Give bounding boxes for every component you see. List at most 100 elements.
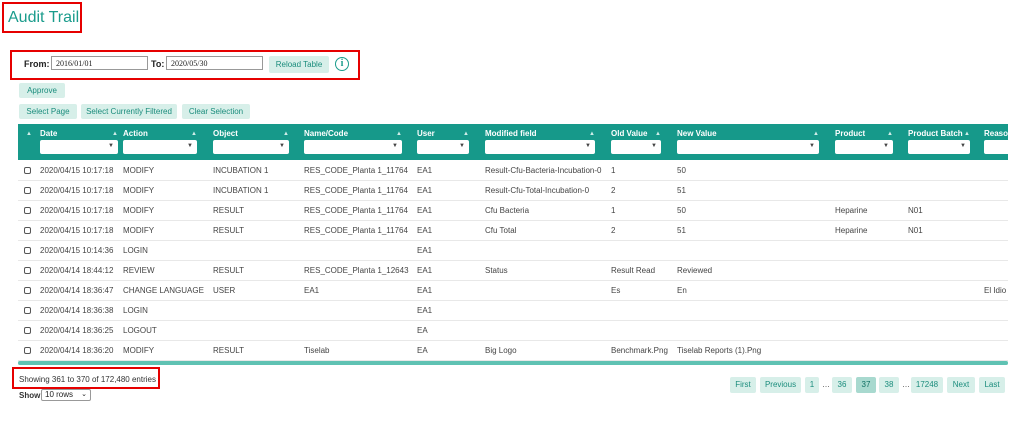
filter-select-reason[interactable]: ▼ [984,140,1008,154]
caret-down-icon: ▼ [392,143,398,149]
cell-date: 2020/04/15 10:17:18 [40,206,114,215]
sort-icon[interactable]: ▲ [191,131,197,137]
filter-select-new-value[interactable]: ▼ [677,140,819,154]
column-header-user[interactable]: User [417,129,435,138]
row-checkbox[interactable] [24,347,31,354]
column-header-action[interactable]: Action [123,129,148,138]
column-header-new-value[interactable]: New Value [677,129,717,138]
sort-icon[interactable]: ▲ [589,131,595,137]
horizontal-scrollbar[interactable] [18,361,1008,365]
page-button-37-current[interactable]: 37 [856,377,876,393]
pagination-ellipsis: … [822,380,830,389]
cell-action: LOGOUT [123,326,157,335]
cell-modified-field: Big Logo [485,346,517,355]
rows-per-page-value: 10 rows [45,390,74,399]
sort-icon[interactable]: ▲ [463,131,469,137]
table-header: ▲ Date ▲ ▼ Action ▲ ▼ Object ▲ ▼ Name/Code ▲ ▼ User ▲… [18,124,1008,160]
column-header-modified-field[interactable]: Modified field [485,129,537,138]
to-date-input[interactable]: 2020/05/30 [166,56,263,70]
cell-date: 2020/04/15 10:17:18 [40,226,114,235]
cell-date: 2020/04/15 10:17:18 [40,186,114,195]
table-row[interactable]: 2020/04/15 10:17:18 MODIFY RESULT RES_CODE_… [18,201,1008,221]
previous-page-button[interactable]: Previous [760,377,801,393]
column-header-name-code[interactable]: Name/Code [304,129,348,138]
cell-new-value: En [677,286,687,295]
sort-icon[interactable]: ▲ [887,131,893,137]
filter-select-action[interactable]: ▼ [123,140,197,154]
column-header-product-batch[interactable]: Product Batch [908,129,963,138]
row-checkbox[interactable] [24,187,31,194]
row-checkbox[interactable] [24,167,31,174]
table-row[interactable]: 2020/04/15 10:17:18 MODIFY INCUBATION 1 RES… [18,161,1008,181]
caret-down-icon: ▼ [585,143,591,149]
table-row[interactable]: 2020/04/14 18:36:38 LOGIN EA1 [18,301,1008,321]
cell-user: EA [417,346,428,355]
last-page-button[interactable]: Last [979,377,1005,393]
reload-table-button[interactable]: Reload Table [269,56,329,73]
row-checkbox[interactable] [24,207,31,214]
page-button-38[interactable]: 38 [879,377,899,393]
info-circle-icon[interactable]: i [335,57,349,71]
column-header-object[interactable]: Object [213,129,238,138]
filter-select-product[interactable]: ▼ [835,140,893,154]
filter-select-object[interactable]: ▼ [213,140,289,154]
table-row[interactable]: 2020/04/15 10:17:18 MODIFY RESULT RES_CODE_… [18,221,1008,241]
cell-user: EA1 [417,306,433,315]
cell-modified-field: Status [485,266,508,275]
cell-name-code: RES_CODE_Planta 1_11764 [304,186,408,195]
cell-old-value: Es [611,286,621,295]
row-checkbox[interactable] [24,247,31,254]
sort-icon[interactable]: ▲ [396,131,402,137]
sort-icon[interactable]: ▲ [655,131,661,137]
cell-name-code: RES_CODE_Planta 1_11764 [304,226,408,235]
first-page-button[interactable]: First [730,377,756,393]
page-button-1[interactable]: 1 [805,377,819,393]
table-row[interactable]: 2020/04/15 10:17:18 MODIFY INCUBATION 1 RES… [18,181,1008,201]
cell-action: MODIFY [123,226,155,235]
sort-icon[interactable]: ▲ [964,131,970,137]
column-header-old-value[interactable]: Old Value [611,129,647,138]
select-filtered-button[interactable]: Select Currently Filtered [81,104,177,119]
column-header-reason[interactable]: Reaso [984,129,1008,138]
approve-button[interactable]: Approve [19,83,65,98]
table-row[interactable]: 2020/04/15 10:14:36 LOGIN EA1 [18,241,1008,261]
table-row[interactable]: 2020/04/14 18:36:47 CHANGE LANGUAGE USER EA… [18,281,1008,301]
column-header-date[interactable]: Date [40,129,57,138]
filter-select-date[interactable]: ▼ [40,140,118,154]
table-row[interactable]: 2020/04/14 18:36:20 MODIFY RESULT Tiselab EA… [18,341,1008,361]
cell-old-value: 1 [611,206,616,215]
filter-select-user[interactable]: ▼ [417,140,469,154]
next-page-button[interactable]: Next [947,377,975,393]
row-checkbox[interactable] [24,227,31,234]
page-button-36[interactable]: 36 [832,377,852,393]
table-row[interactable]: 2020/04/14 18:36:25 LOGOUT EA [18,321,1008,341]
caret-down-icon: ▼ [108,143,114,149]
sort-icon[interactable]: ▲ [26,131,32,137]
sort-icon[interactable]: ▲ [813,131,819,137]
cell-object: INCUBATION 1 [213,186,269,195]
table-row[interactable]: 2020/04/14 18:44:12 REVIEW RESULT RES_CODE_… [18,261,1008,281]
from-date-input[interactable]: 2016/01/01 [51,56,148,70]
cell-object: RESULT [213,206,244,215]
sort-icon[interactable]: ▲ [112,131,118,137]
row-checkbox[interactable] [24,287,31,294]
row-checkbox[interactable] [24,307,31,314]
filter-select-name-code[interactable]: ▼ [304,140,402,154]
filter-select-old-value[interactable]: ▼ [611,140,661,154]
row-checkbox[interactable] [24,327,31,334]
sort-icon[interactable]: ▲ [283,131,289,137]
cell-old-value: Benchmark.Png [611,346,668,355]
column-header-product[interactable]: Product [835,129,865,138]
filter-select-modified-field[interactable]: ▼ [485,140,595,154]
cell-user: EA1 [417,166,433,175]
scrollbar-thumb[interactable] [18,361,1008,365]
cell-product-batch: N01 [908,226,923,235]
caret-down-icon: ▼ [459,143,465,149]
cell-user: EA1 [417,206,433,215]
filter-select-product-batch[interactable]: ▼ [908,140,970,154]
select-page-button[interactable]: Select Page [19,104,77,119]
row-checkbox[interactable] [24,267,31,274]
page-button-17248[interactable]: 17248 [911,377,943,393]
clear-selection-button[interactable]: Clear Selection [182,104,250,119]
rows-per-page-select[interactable]: 10 rows ⌄ [41,389,91,401]
